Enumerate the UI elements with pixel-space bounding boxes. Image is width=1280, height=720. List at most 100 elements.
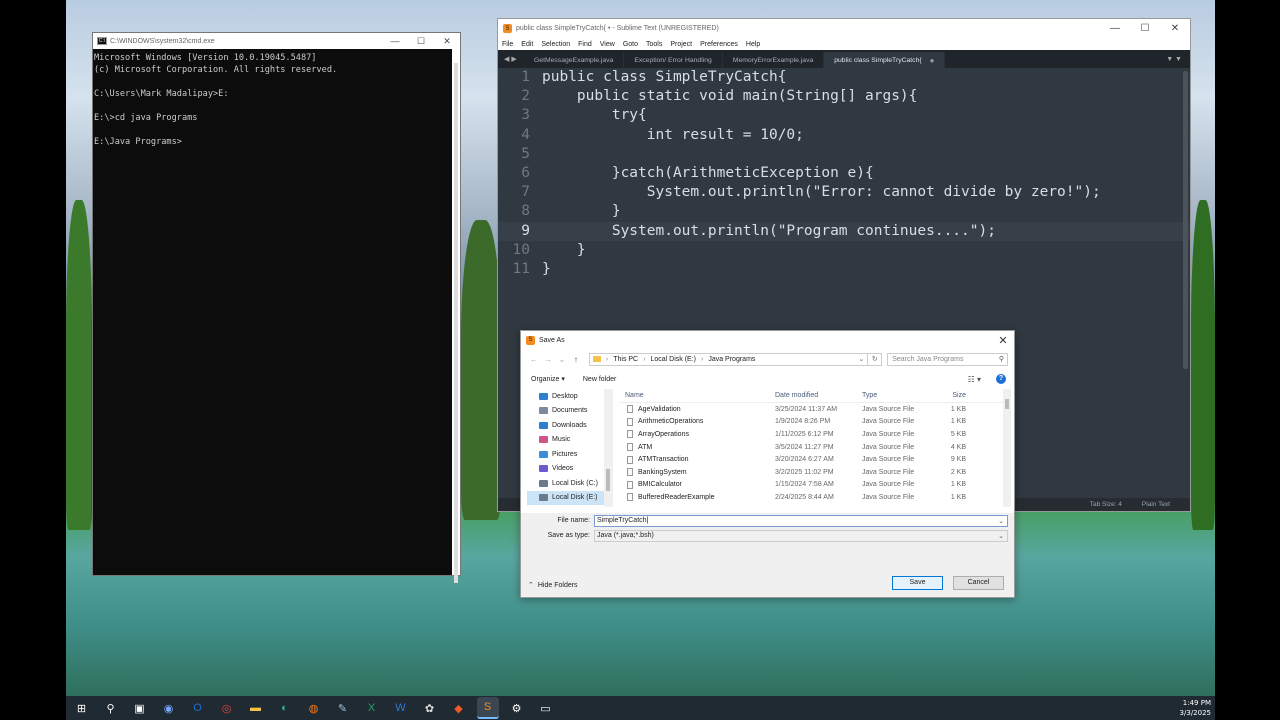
search-input[interactable]: Search Java Programs ⚲ <box>887 352 1008 366</box>
editor-tab[interactable]: public class SimpleTryCatch{● <box>824 52 946 68</box>
file-name-input[interactable]: SimpleTryCatch | ⌄ <box>594 514 1008 527</box>
nav-item-music[interactable]: Music <box>527 433 612 448</box>
menu-item-tools[interactable]: Tools <box>646 41 662 48</box>
new-folder-button[interactable]: New folder <box>583 376 616 383</box>
taskbar-settings-icon[interactable]: ⚙ <box>506 697 528 719</box>
taskbar-edge-icon[interactable]: ◐ <box>274 697 296 719</box>
forward-arrow-icon[interactable]: → <box>541 355 555 364</box>
close-icon[interactable]: ✕ <box>1160 23 1190 34</box>
minimize-icon[interactable]: — <box>1100 23 1130 34</box>
file-list-scrollbar[interactable] <box>1003 389 1011 507</box>
back-arrow-icon[interactable]: ← <box>527 355 541 364</box>
taskbar-firefox-icon[interactable]: ◍ <box>303 697 325 719</box>
file-row[interactable]: ArithmeticOperations 1/9/2024 8:26 PM Java… <box>619 416 1011 429</box>
organize-button[interactable]: Organize ▾ <box>531 375 565 383</box>
column-name[interactable]: Name <box>619 392 775 399</box>
menu-item-find[interactable]: Find <box>578 41 592 48</box>
cmd-titlebar[interactable]: C:\ C:\WINDOWS\system32\cmd.exe — ☐ ✕ <box>93 33 460 49</box>
line-number: 2 <box>521 88 530 105</box>
taskbar-chrome-icon[interactable]: ◎ <box>216 697 238 719</box>
menu-item-selection[interactable]: Selection <box>541 41 570 48</box>
sublime-titlebar[interactable]: S public class SimpleTryCatch{ • - Subli… <box>498 19 1190 38</box>
taskbar-word-icon[interactable]: W <box>390 697 412 719</box>
save-as-type-select[interactable]: Java (*.java;*.bsh) ⌄ <box>594 529 1008 542</box>
menu-item-preferences[interactable]: Preferences <box>700 41 738 48</box>
unsaved-dot-icon[interactable]: ● <box>930 56 935 65</box>
tab-scroll-arrows-icon[interactable]: ◀ ▶ <box>498 55 524 68</box>
editor-tab[interactable]: Exception/ Error Handling <box>624 52 723 68</box>
save-button[interactable]: Save <box>892 576 943 590</box>
file-row[interactable]: AgeValidation 3/25/2024 11:37 AM Java Sour… <box>619 403 1011 416</box>
refresh-icon[interactable]: ↻ <box>868 352 883 366</box>
column-size[interactable]: Size <box>934 392 966 399</box>
nav-item-local-disk-e[interactable]: Local Disk (E:) <box>527 490 612 505</box>
taskbar-task-view-icon[interactable]: ▣ <box>129 697 151 719</box>
recent-locations-icon[interactable]: ⌄ <box>555 355 569 364</box>
cmd-window[interactable]: C:\ C:\WINDOWS\system32\cmd.exe — ☐ ✕ Mi… <box>92 32 461 583</box>
file-row[interactable]: BankingSystem 3/2/2025 11:02 PM Java Sourc… <box>619 466 1011 479</box>
taskbar-terminal-icon[interactable]: ▭ <box>535 697 557 719</box>
menu-item-help[interactable]: Help <box>746 41 760 48</box>
column-date-modified[interactable]: Date modified <box>775 392 862 399</box>
file-date-cell: 3/25/2024 11:37 AM <box>775 405 838 413</box>
file-row[interactable]: ArrayOperations 1/11/2025 6:12 PM Java Sou… <box>619 428 1011 441</box>
taskbar-outlook-icon[interactable]: O <box>187 697 209 719</box>
taskbar-search-icon[interactable]: ⚲ <box>100 697 122 719</box>
chevron-down-icon[interactable]: ⌄ <box>998 517 1007 525</box>
save-as-dialog[interactable]: S Save As ✕ ← → ⌄ ↑ › This PC › Local Di… <box>520 330 1015 598</box>
taskbar-start-icon[interactable]: ⊞ <box>71 697 93 719</box>
chevron-down-icon[interactable]: ⌄ <box>998 532 1007 540</box>
taskbar-clock[interactable]: 1:49 PM 3/3/2025 <box>1180 698 1211 718</box>
maximize-icon[interactable]: ☐ <box>1130 23 1160 34</box>
file-row[interactable]: BMICalculator 1/15/2024 7:58 AM Java Sourc… <box>619 479 1011 492</box>
taskbar-file-explorer-icon[interactable]: ▬ <box>245 697 267 719</box>
nav-item-downloads[interactable]: Downloads <box>527 418 612 433</box>
tab-size-indicator[interactable]: Tab Size: 4 <box>1090 501 1122 508</box>
taskbar-paint-icon[interactable]: ✿ <box>419 697 441 719</box>
cmd-console-output[interactable]: Microsoft Windows [Version 10.0.19045.54… <box>93 49 460 151</box>
menu-item-goto[interactable]: Goto <box>623 41 638 48</box>
nav-item-desktop[interactable]: Desktop <box>527 389 612 404</box>
breadcrumb[interactable]: › This PC › Local Disk (E:) › Java Progr… <box>588 352 869 366</box>
menu-item-project[interactable]: Project <box>670 41 692 48</box>
editor-tab[interactable]: MemoryErrorExample.java <box>723 52 825 68</box>
taskbar-brave-icon[interactable]: ◆ <box>448 697 470 719</box>
nav-scrollbar[interactable] <box>604 389 612 507</box>
column-type[interactable]: Type <box>862 392 934 399</box>
nav-item-videos[interactable]: Videos <box>527 462 612 477</box>
close-icon[interactable]: ✕ <box>434 36 460 47</box>
minimize-icon[interactable]: — <box>382 36 408 47</box>
nav-item-documents[interactable]: Documents <box>527 404 612 419</box>
close-icon[interactable]: ✕ <box>992 334 1014 347</box>
breadcrumb-local-disk[interactable]: Local Disk (E:) <box>650 356 696 363</box>
syntax-indicator[interactable]: Plain Text <box>1142 501 1170 508</box>
taskbar-notepad-icon[interactable]: ✎ <box>332 697 354 719</box>
menu-item-edit[interactable]: Edit <box>521 41 533 48</box>
menu-item-view[interactable]: View <box>600 41 615 48</box>
editor-scrollbar[interactable] <box>1183 71 1188 369</box>
taskbar-excel-icon[interactable]: X <box>361 697 383 719</box>
cmd-scrollbar[interactable] <box>452 49 460 583</box>
maximize-icon[interactable]: ☐ <box>408 36 434 47</box>
dialog-titlebar[interactable]: S Save As ✕ <box>521 331 1014 349</box>
code-line: 4 int result = 10/0; <box>498 126 1190 145</box>
search-icon: ⚲ <box>998 356 1004 363</box>
nav-item-pictures[interactable]: Pictures <box>527 447 612 462</box>
help-icon[interactable]: ? <box>996 374 1006 384</box>
file-row[interactable]: ATMTransaction 3/20/2024 6:27 AM Java Sour… <box>619 453 1011 466</box>
editor-tab[interactable]: GetMessageExample.java <box>524 52 625 68</box>
hide-folders-button[interactable]: ⌃ Hide Folders <box>528 581 578 590</box>
breadcrumb-this-pc[interactable]: This PC <box>613 356 638 363</box>
chevron-down-icon[interactable]: ⌄ <box>858 355 867 363</box>
file-row[interactable]: ATM 3/5/2024 11:27 PM Java Source File 4 KB <box>619 441 1011 454</box>
up-arrow-icon[interactable]: ↑ <box>569 355 583 364</box>
nav-item-local-disk-c[interactable]: Local Disk (C:) <box>527 476 612 491</box>
taskbar-sublime-text-icon[interactable]: S <box>476 697 499 719</box>
cancel-button[interactable]: Cancel <box>953 576 1004 590</box>
breadcrumb-java-programs[interactable]: Java Programs <box>708 356 755 363</box>
taskbar-copilot-icon[interactable]: ◉ <box>158 697 180 719</box>
view-options-icon[interactable]: ☷ ▾ <box>968 375 981 384</box>
file-row[interactable]: BufferedReaderExample 2/24/2025 8:44 AM Ja… <box>619 491 1011 504</box>
tab-menu-icon[interactable]: ▼ ▼ <box>1166 56 1190 68</box>
menu-item-file[interactable]: File <box>502 41 513 48</box>
